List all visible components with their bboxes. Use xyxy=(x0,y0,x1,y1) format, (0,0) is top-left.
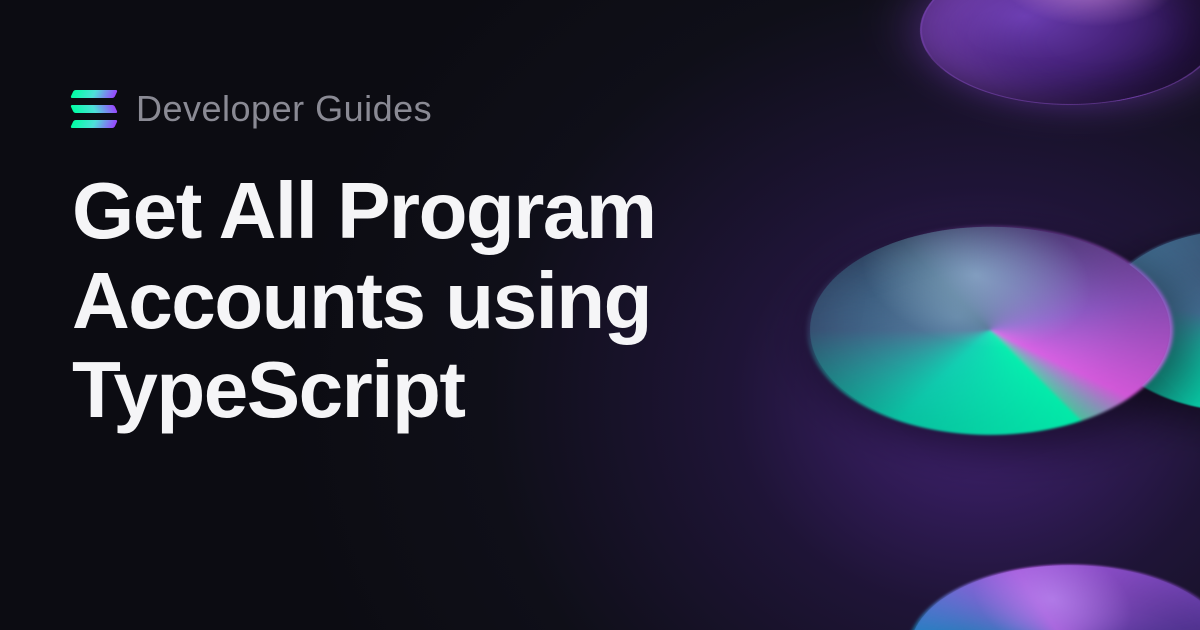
disc-graphic xyxy=(865,541,1200,630)
header-row: Developer Guides xyxy=(72,88,832,130)
subtitle: Developer Guides xyxy=(136,88,432,130)
page-title: Get All Program Accounts using TypeScrip… xyxy=(72,166,832,435)
content-area: Developer Guides Get All Program Account… xyxy=(72,88,832,435)
banner-card: Developer Guides Get All Program Account… xyxy=(0,0,1200,630)
solana-logo-icon xyxy=(72,90,116,128)
disc-graphic xyxy=(871,0,1200,130)
